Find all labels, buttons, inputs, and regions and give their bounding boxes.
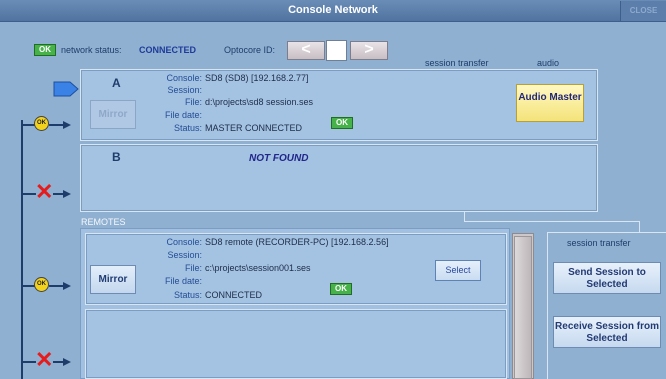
session-label: Session: — [167, 250, 202, 260]
console-label: Console: — [166, 73, 202, 83]
file-date-label: File date: — [164, 276, 202, 286]
slot-b-letter: B — [112, 150, 121, 164]
close-button[interactable]: CLOSE — [620, 1, 666, 21]
network-tree-trunk — [21, 120, 23, 379]
node-error-x-icon: ✕ — [35, 179, 54, 204]
remotes-scrollbar-thumb[interactable] — [514, 236, 532, 379]
console-slot-b[interactable] — [80, 144, 598, 212]
console-label: Console: — [166, 237, 202, 247]
audio-header: audio — [537, 58, 560, 68]
node-ok-icon: OK — [34, 116, 49, 131]
tree-branch — [53, 193, 63, 195]
slot-a-ok-badge: OK — [331, 117, 353, 129]
network-status-ok-badge: OK — [34, 44, 56, 56]
connector-line — [639, 221, 640, 232]
console-value: SD8 (SD8) [192.168.2.77] — [205, 73, 309, 83]
file-date-label: File date: — [164, 110, 202, 120]
console-value: SD8 remote (RECORDER-PC) [192.168.2.56] — [205, 237, 389, 247]
optocore-next-button[interactable]: > — [350, 41, 388, 60]
network-status-label: network status: — [61, 45, 122, 55]
status-label: Status: — [173, 123, 202, 133]
status-label: Status: — [173, 290, 202, 300]
optocore-prev-button[interactable]: < — [287, 41, 325, 60]
send-session-button[interactable]: Send Session to Selected — [553, 262, 661, 294]
remote-ok-badge: OK — [330, 283, 352, 295]
tree-branch — [53, 361, 63, 363]
session-transfer-panel — [547, 232, 666, 379]
local-console-pointer-icon — [53, 81, 79, 97]
arrow-right-icon — [63, 358, 71, 366]
tree-branch — [22, 361, 36, 363]
slot-b-not-found-message: NOT FOUND — [249, 153, 309, 164]
window-title: Console Network — [288, 4, 378, 16]
mirror-button[interactable]: Mirror — [90, 265, 136, 294]
session-transfer-title: session transfer — [567, 238, 631, 248]
mirror-button-disabled[interactable]: Mirror — [90, 100, 136, 129]
tree-branch — [49, 124, 63, 126]
connector-line — [464, 221, 640, 222]
tree-branch — [49, 285, 63, 287]
select-remote-button[interactable]: Select — [435, 260, 481, 281]
audio-master-button[interactable]: Audio Master — [516, 84, 584, 122]
arrow-right-icon — [63, 121, 71, 129]
session-label: Session: — [167, 85, 202, 95]
receive-session-button[interactable]: Receive Session from Selected — [553, 316, 661, 348]
arrow-right-icon — [63, 190, 71, 198]
file-value: d:\projects\sd8 session.ses — [205, 97, 314, 107]
optocore-id-field[interactable] — [326, 40, 347, 61]
status-value: CONNECTED — [205, 290, 263, 300]
status-value: MASTER CONNECTED — [205, 123, 303, 133]
file-value: c:\projects\session001.ses — [205, 263, 311, 273]
node-error-x-icon: ✕ — [35, 347, 54, 372]
network-status-value: CONNECTED — [139, 45, 197, 55]
optocore-id-label: Optocore ID: — [224, 45, 276, 55]
file-label: File: — [184, 97, 202, 107]
remotes-label: REMOTES — [81, 217, 126, 227]
node-ok-icon: OK — [34, 277, 49, 292]
slot-a-letter: A — [112, 76, 121, 90]
remote-console-row-empty[interactable] — [85, 309, 507, 379]
session-transfer-header: session transfer — [425, 58, 489, 68]
tree-branch — [22, 193, 36, 195]
arrow-right-icon — [63, 282, 71, 290]
file-label: File: — [184, 263, 202, 273]
